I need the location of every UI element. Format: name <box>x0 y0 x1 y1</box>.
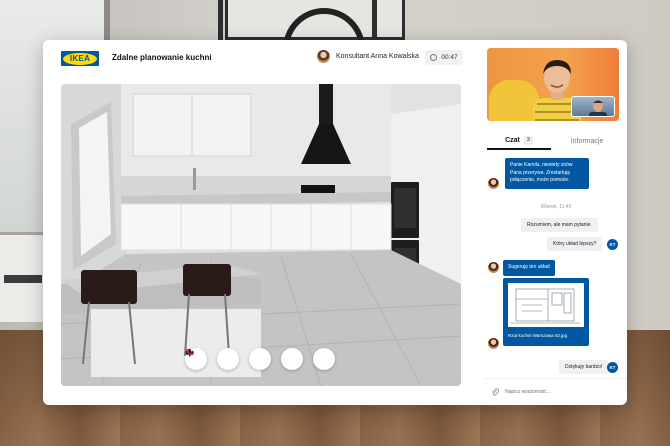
ikea-logo[interactable]: IKEA <box>61 51 99 66</box>
tab-information[interactable]: Informacje <box>551 132 623 150</box>
unread-badge: 3 <box>523 135 533 145</box>
end-call-button[interactable] <box>186 348 335 370</box>
microphone-button[interactable] <box>186 348 271 370</box>
camera-button[interactable] <box>185 348 303 370</box>
consultant-avatar <box>488 262 499 273</box>
tab-info-label: Informacje <box>570 137 604 145</box>
chat-message-consultant: Panie Kamilu, niestety znów Pana przeryw… <box>505 158 589 189</box>
clock-icon <box>430 54 438 61</box>
call-controls <box>185 348 335 370</box>
attachment-icon[interactable] <box>491 388 499 396</box>
message-input[interactable] <box>505 389 615 395</box>
kitchen-3d-view[interactable] <box>61 84 461 386</box>
message-composer <box>485 378 627 405</box>
timer-value: 00:47 <box>441 54 458 61</box>
consultant-avatar <box>317 50 330 63</box>
app-window: IKEA Zdalne planowanie kuchni Konsultant… <box>43 40 627 405</box>
consultant-avatar <box>488 338 499 349</box>
timestamp-separator: Wtorek, 11:45 <box>540 204 572 210</box>
tab-chat-label: Czat <box>505 136 520 144</box>
logo-text: IKEA <box>69 54 91 63</box>
kitchen-render <box>61 84 461 386</box>
wall-painting <box>225 0 405 90</box>
floorplan-thumbnail <box>508 283 584 327</box>
user-avatar: KT <box>607 362 618 373</box>
phone-icon <box>186 348 194 356</box>
chat-message-user: Dziękuję bardzo! <box>559 360 609 374</box>
page-title: Zdalne planowanie kuchni <box>112 53 212 62</box>
app-header: IKEA Zdalne planowanie kuchni Konsultant… <box>43 40 483 76</box>
consultant-avatar <box>488 178 499 189</box>
chat-message-consultant: Sugeruję ten układ <box>503 260 555 276</box>
attachment-floorplan[interactable]: Rzut kuchni Warszawa 02.jpg <box>503 278 589 346</box>
side-panel: Czat 3 Informacje Panie Kamilu, niestety… <box>485 40 627 405</box>
room-shelf <box>0 232 48 322</box>
chat-messages[interactable]: Panie Kamilu, niestety znów Pana przeryw… <box>485 152 627 374</box>
speaker-button[interactable] <box>185 348 239 370</box>
self-view-video[interactable] <box>571 96 615 117</box>
user-avatar: KT <box>607 239 618 250</box>
consultant-info: Konsultant Anna Kowalska <box>317 50 419 63</box>
tab-chat[interactable]: Czat 3 <box>487 132 551 150</box>
attachment-caption: Rzut kuchni Warszawa 02.jpg <box>508 333 568 338</box>
chat-message-user: Rozumiem, ale mam pytanie. <box>521 218 598 232</box>
call-timer: 00:47 <box>425 50 463 65</box>
chat-message-user: Który układ lepszy? <box>547 237 603 251</box>
consultant-video[interactable] <box>487 48 619 121</box>
user-figure <box>589 100 607 116</box>
consultant-name: Konsultant Anna Kowalska <box>336 53 419 60</box>
panel-tabs: Czat 3 Informacje <box>487 132 623 150</box>
